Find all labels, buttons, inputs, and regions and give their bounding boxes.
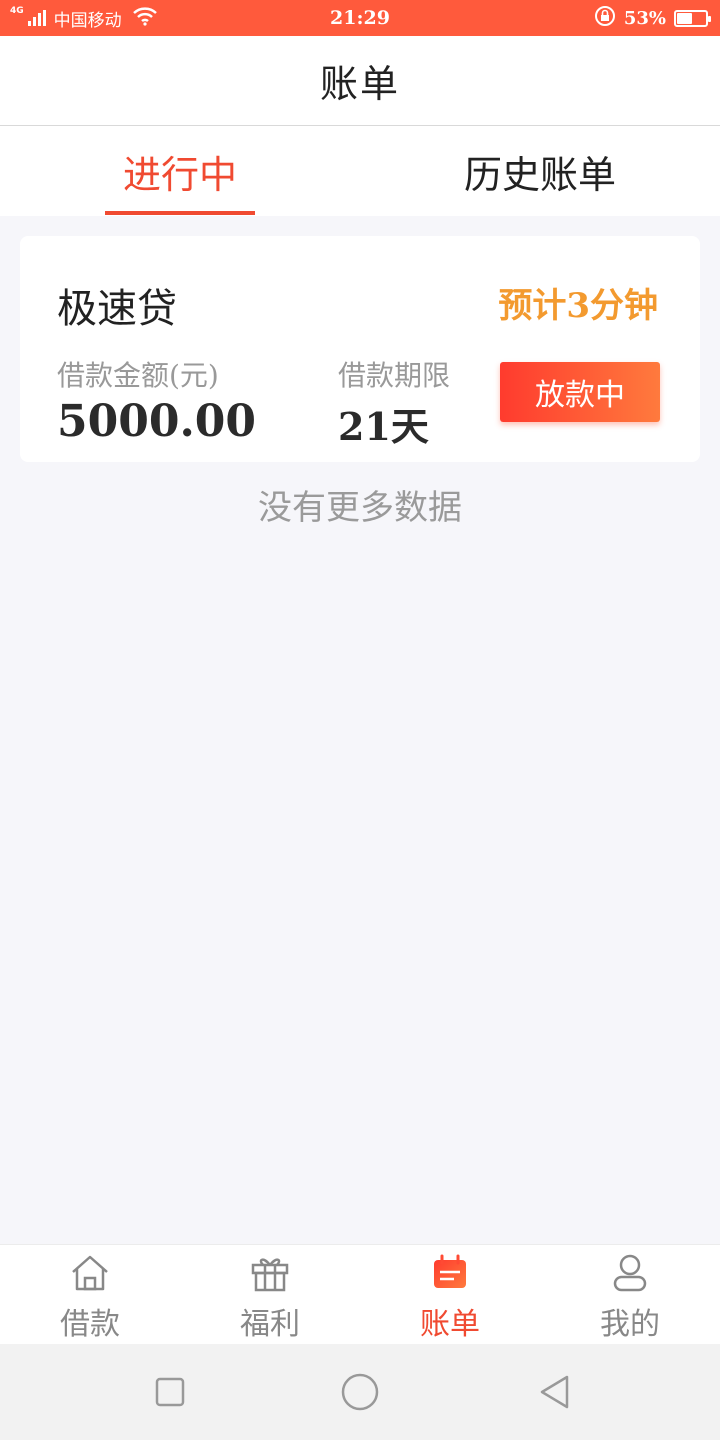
screen: 4G 中国移动 21:29 53% 账单 进行中 历史账单 极速贷 预计3分钟 … [0, 0, 720, 1440]
nav-item-welfare[interactable]: 福利 [180, 1245, 360, 1345]
nav-label-bill: 账单 [420, 1307, 480, 1342]
bill-icon [428, 1251, 472, 1295]
battery-percent: 53% [623, 7, 666, 29]
loan-card[interactable]: 极速贷 预计3分钟 借款金额(元) 5000.00 借款期限 21天 放款中 [20, 236, 700, 462]
disbursing-status-button[interactable]: 放款中 [500, 362, 660, 422]
eta-text: 预计3分钟 [498, 286, 658, 326]
square-icon [155, 1377, 185, 1407]
no-more-data: 没有更多数据 [258, 488, 462, 528]
nav-item-mine[interactable]: 我的 [540, 1245, 720, 1345]
amount-label: 借款金额(元) [57, 359, 219, 392]
amount-value: 5000.00 [57, 396, 257, 447]
nav-item-bill[interactable]: 账单 [360, 1245, 540, 1345]
battery-icon [674, 9, 711, 27]
page-title: 账单 [319, 62, 400, 106]
tab-bar: 进行中 历史账单 [0, 126, 720, 216]
user-icon [608, 1251, 652, 1295]
tab-indicator [105, 211, 255, 215]
nav-label-loan: 借款 [60, 1307, 120, 1342]
back-button[interactable] [534, 1372, 574, 1412]
term-value: 21天 [338, 404, 429, 449]
home-button[interactable] [340, 1372, 380, 1412]
gift-icon [248, 1251, 292, 1295]
nav-item-loan[interactable]: 借款 [0, 1245, 180, 1345]
battery-fill [677, 12, 692, 24]
term-label: 借款期限 [338, 359, 451, 392]
system-nav-bar [0, 1344, 720, 1440]
header: 账单 [0, 36, 720, 126]
circle-icon [341, 1373, 379, 1411]
bottom-nav: 借款 福利 账单 我的 [0, 1244, 720, 1344]
nav-label-welfare: 福利 [240, 1307, 300, 1342]
status-bar: 4G 中国移动 21:29 53% [0, 0, 720, 36]
product-name: 极速贷 [57, 286, 177, 332]
recent-apps-button[interactable] [150, 1372, 190, 1412]
home-icon [68, 1251, 112, 1295]
nav-label-mine: 我的 [600, 1307, 660, 1342]
status-right: 53% [594, 0, 711, 36]
back-triangle-icon [540, 1375, 569, 1409]
tab-in-progress[interactable]: 进行中 [0, 126, 360, 216]
rotation-lock-icon [594, 5, 616, 32]
tab-history[interactable]: 历史账单 [360, 126, 720, 216]
